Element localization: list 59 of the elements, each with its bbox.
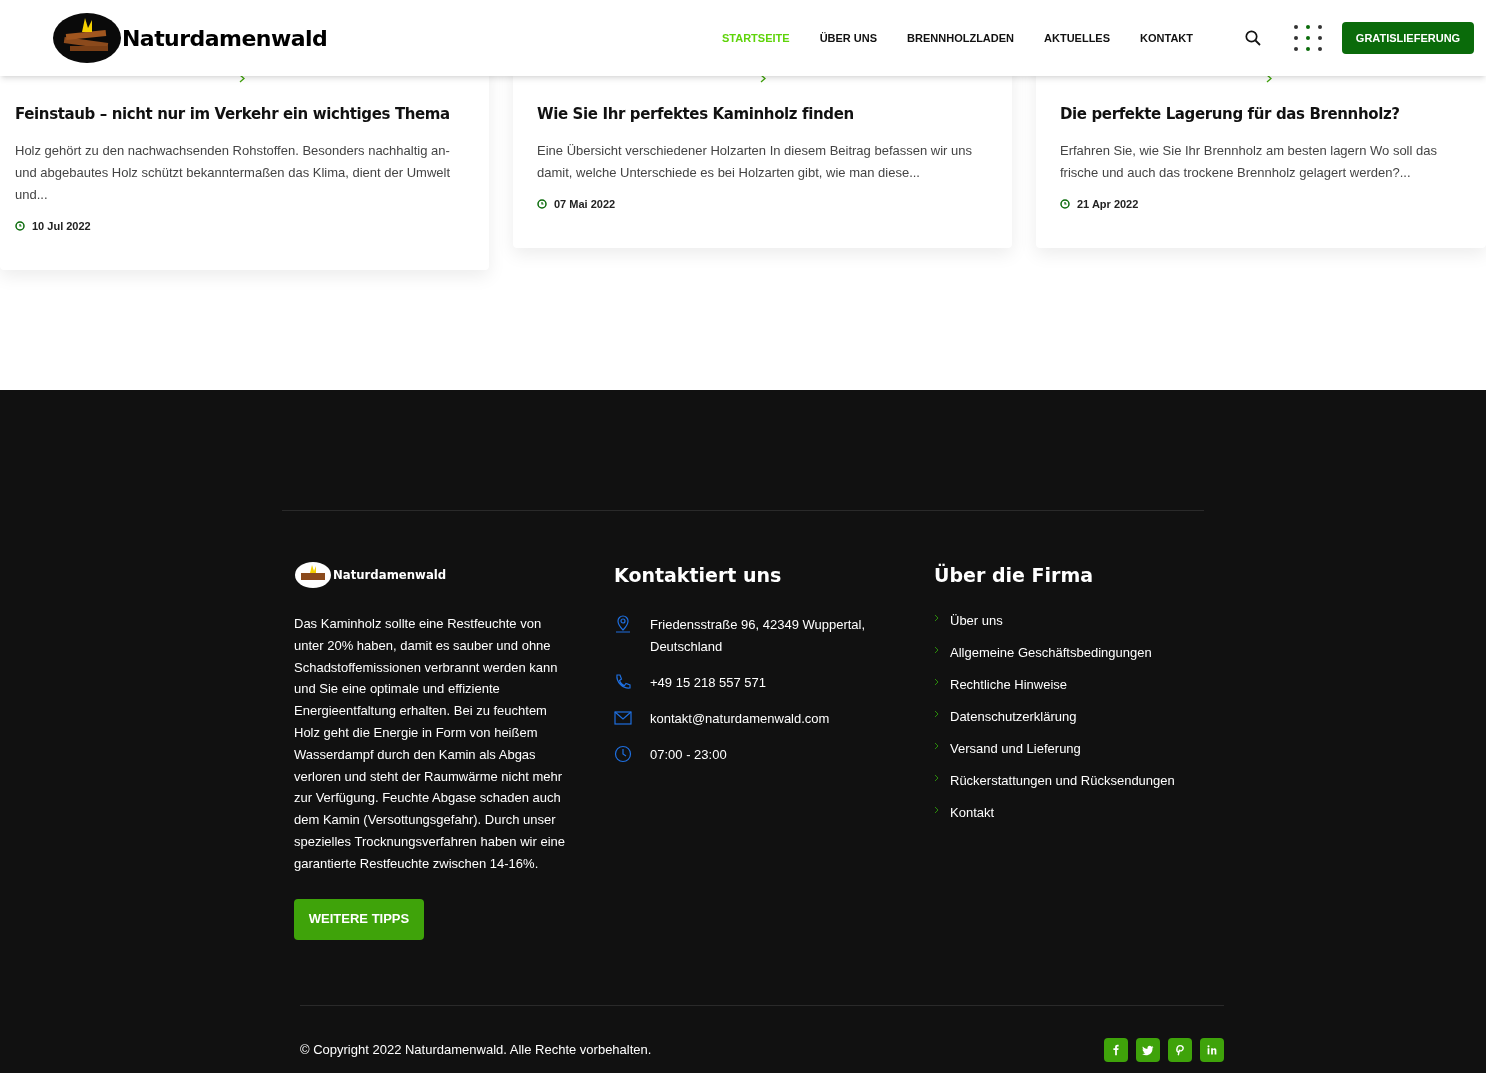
pin-icon [614, 614, 632, 633]
clock-icon [537, 198, 547, 209]
contact-text: Friedensstraße 96, 42349 Wuppertal, Deutschland [650, 615, 867, 656]
logo-icon [52, 12, 122, 64]
chevron-icon [934, 773, 939, 782]
footer-link[interactable]: Rückerstattungen und Rücksendungen [950, 770, 1175, 791]
dots-grid-icon[interactable] [1293, 24, 1323, 52]
post-title[interactable]: Wie Sie Ihr perfektes Kaminholz finden [537, 103, 988, 126]
brand-name[interactable]: Naturdamenwald [333, 565, 447, 585]
social-link[interactable] [1168, 1038, 1192, 1062]
chevron-icon [934, 645, 939, 654]
chevron-icon [934, 741, 939, 750]
contact-text: 07:00 - 23:00 [650, 745, 728, 764]
logo-icon [294, 561, 332, 589]
contact-heading: Kontaktiert uns [614, 563, 783, 588]
post-excerpt: Erfahren Sie, wie Sie Ihr Brennholz am besten lagern Wo soll das frische und auch das trockene Brennholz gelagert werden?... [1060, 141, 1438, 182]
nav-link[interactable]: ÜBER UNS [819, 29, 878, 47]
search-icon[interactable] [1245, 30, 1261, 46]
chevron-icon [934, 677, 939, 686]
post-date: 10 Jul 2022 [32, 218, 91, 234]
nav-link[interactable]: BRENNHOLZLADEN [907, 29, 1015, 47]
about-text: Das Kaminholz sollte eine Restfeuchte von unter 20% haben, damit es sauber und ohne Schadstoffemissionen verbrannt werden kann und Sie eine optimale und effiziente Energieentfaltung erhalten. Bei zu feuchtem Holz geht die Energie in Form von heißem Wasserdampf durch den Kamin als Abgas verloren und steht der Raumwärme nicht mehr zur Verfügung. Feuchte Abgase schaden auch dem Kamin (Versottungsgefahr). Durch unser spezielles Trocknungsverfahren haben wir eine garantierte Restfeuchte zwischen 14-16%. [294, 615, 566, 873]
letter-p-icon [1173, 1043, 1187, 1057]
footer-link[interactable]: Über uns [950, 610, 1003, 631]
contact-text: kontakt@naturdamenwald.com [650, 709, 831, 728]
footer-link[interactable]: Rechtliche Hinweise [950, 674, 1068, 695]
clock-icon [15, 220, 25, 231]
chevron-icon [1266, 74, 1272, 83]
phone-icon [614, 672, 632, 691]
post-title[interactable]: Die perfekte Lagerung für das Brennholz? [1060, 103, 1478, 126]
footer-link[interactable]: Kontakt [950, 802, 995, 823]
company-heading: Über die Firma [934, 562, 1094, 588]
post-date: 21 Apr 2022 [1077, 196, 1139, 212]
nav-link[interactable]: KONTAKT [1140, 29, 1193, 47]
contact-text: +49 15 218 557 571 [650, 673, 768, 692]
post-excerpt: Eine Übersicht verschiedener Holzarten In diesem Beitrag befassen wir uns damit, welche Unterschiede es bei Holzarten gibt, wie man diese... [537, 141, 973, 182]
brand-name[interactable]: Naturdamenwald [122, 21, 328, 55]
chevron-icon [759, 74, 766, 83]
clock-icon [1060, 198, 1070, 209]
bird-icon [1141, 1043, 1155, 1057]
post-title[interactable]: Feinstaub – nicht nur im Verkehr ein wichtiges Thema [15, 103, 469, 126]
letter-in-icon [1205, 1043, 1219, 1057]
chevron-icon [239, 74, 245, 83]
social-link[interactable] [1104, 1038, 1128, 1062]
footer-link[interactable]: Datenschutzerklärung [950, 706, 1077, 727]
clock-icon [614, 744, 632, 763]
chevron-icon [934, 805, 939, 814]
nav-link[interactable]: AKTUELLES [1044, 29, 1111, 47]
copyright-text: © Copyright 2022 Naturdamenwald. Alle Rechte vorbehalten. [300, 1041, 652, 1060]
chevron-icon [934, 613, 939, 622]
envelope-icon [614, 708, 632, 727]
footer-link[interactable]: Allgemeine Geschäftsbedingungen [950, 642, 1152, 663]
free-delivery-button[interactable]: GRATISLIEFERUNG [1342, 22, 1474, 54]
footer-link[interactable]: Versand und Lieferung [950, 738, 1081, 759]
chevron-icon [934, 709, 939, 718]
social-link[interactable] [1200, 1038, 1224, 1062]
post-excerpt: Holz gehört zu den nachwachsenden Rohstoffen. Besonders nachhaltig an- und abgebautes Holz schützt bekanntermaßen das Klima, dient der Umwelt und... [15, 141, 451, 204]
social-link[interactable] [1136, 1038, 1160, 1062]
post-date: 07 Mai 2022 [554, 196, 616, 212]
